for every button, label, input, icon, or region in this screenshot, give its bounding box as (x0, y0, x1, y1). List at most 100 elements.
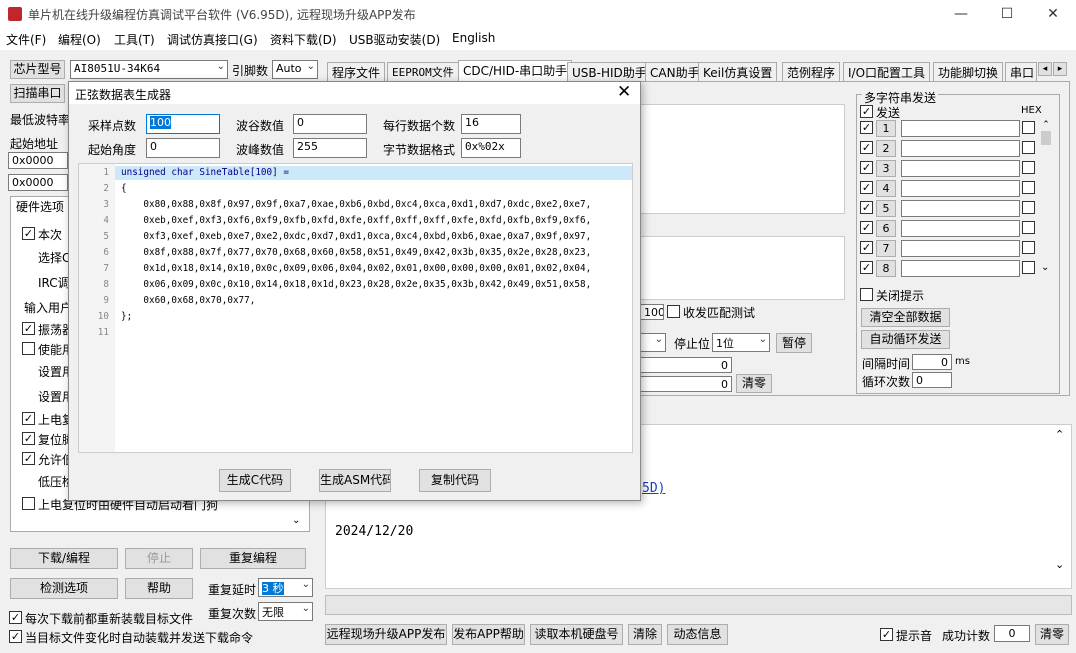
tab-examples[interactable]: 范例程序 (782, 62, 841, 81)
row-text-input[interactable] (901, 260, 1020, 277)
row-hex-checkbox[interactable] (1022, 141, 1035, 154)
read-disk-button[interactable]: 读取本机硬盘号 (530, 624, 623, 645)
code-editor[interactable]: 1 2 3 4 5 6 7 8 9 10 11 unsigned char SineTable[10… (78, 163, 633, 453)
row-hex-checkbox[interactable] (1022, 181, 1035, 194)
per-line-input[interactable]: 16 (461, 114, 521, 134)
clear-all-button[interactable]: 清空全部数据 (861, 308, 950, 327)
row-send-button[interactable]: 3 (876, 160, 896, 177)
row-text-input[interactable] (901, 160, 1020, 177)
row-send-checkbox[interactable]: ✓ (860, 161, 873, 174)
row-send-checkbox[interactable]: ✓ (860, 241, 873, 254)
repeat-delay-select[interactable]: 3 秒 ⌄ (258, 578, 313, 597)
close-hint-checkbox[interactable] (860, 288, 873, 301)
menu-file[interactable]: 文件(F) (6, 31, 46, 48)
pins-select[interactable]: Auto ⌄ (272, 60, 318, 79)
stop-button[interactable]: 停止 (125, 548, 193, 569)
generate-c-button[interactable]: 生成C代码 (219, 469, 291, 492)
row-hex-checkbox[interactable] (1022, 221, 1035, 234)
minimize-button[interactable]: — (938, 0, 984, 28)
auto-send-checkbox[interactable]: ✓ (9, 630, 22, 643)
clear-count-button[interactable]: 清零 (736, 374, 772, 393)
hw-options-tab[interactable]: 硬件选项 (16, 198, 64, 215)
tab-cdc-hid[interactable]: CDC/HID-串口助手 (458, 60, 573, 81)
row-send-checkbox[interactable]: ✓ (860, 121, 873, 134)
start-addr-input[interactable]: 0x0000 (8, 152, 68, 169)
menu-tools[interactable]: 工具(T) (114, 31, 155, 48)
menu-english[interactable]: English (452, 31, 495, 45)
row-text-input[interactable] (901, 220, 1020, 237)
row-hex-checkbox[interactable] (1022, 161, 1035, 174)
generate-asm-button[interactable]: 生成ASM代码 (319, 469, 391, 492)
row-send-button[interactable]: 6 (876, 220, 896, 237)
close-window-button[interactable]: ✕ (1030, 0, 1076, 28)
detect-options-button[interactable]: 检测选项 (10, 578, 118, 599)
output-link[interactable]: 5D) (642, 481, 665, 496)
row-send-button[interactable]: 5 (876, 200, 896, 217)
menu-download[interactable]: 资料下载(D) (270, 31, 337, 48)
valley-input[interactable]: 0 (293, 114, 367, 134)
help-button[interactable]: 帮助 (125, 578, 193, 599)
row-hex-checkbox[interactable] (1022, 241, 1035, 254)
row-send-checkbox[interactable]: ✓ (860, 181, 873, 194)
send-box[interactable] (640, 236, 845, 300)
format-input[interactable]: 0x%02x (461, 138, 521, 158)
hw-checkbox-13[interactable] (22, 497, 35, 510)
row-send-checkbox[interactable]: ✓ (860, 221, 873, 234)
publish-help-button[interactable]: 发布APP帮助 (452, 624, 525, 645)
rows-scrollbar[interactable]: ⌃ (1039, 120, 1053, 276)
match-test-checkbox[interactable] (667, 305, 680, 318)
dialog-close-icon[interactable]: ✕ (617, 82, 631, 102)
tab-pin-switch[interactable]: 功能脚切换 (933, 62, 1004, 81)
chip-select[interactable]: AI8051U-34K64 ⌄ (70, 60, 228, 79)
row-hex-checkbox[interactable] (1022, 261, 1035, 274)
row-text-input[interactable] (901, 240, 1020, 257)
sound-checkbox[interactable]: ✓ (880, 628, 893, 641)
hw-checkbox-9[interactable]: ✓ (22, 412, 35, 425)
download-button[interactable]: 下载/编程 (10, 548, 118, 569)
hw-checkbox-11[interactable]: ✓ (22, 452, 35, 465)
dynamic-info-button[interactable]: 动态信息 (667, 624, 728, 645)
scroll-thumb[interactable] (1041, 131, 1051, 145)
row-send-button[interactable]: 1 (876, 120, 896, 137)
maximize-button[interactable]: ☐ (984, 0, 1030, 28)
menu-usb-driver[interactable]: USB驱动安装(D) (349, 31, 440, 48)
row-hex-checkbox[interactable] (1022, 121, 1035, 134)
hw-checkbox-6[interactable] (22, 342, 35, 355)
interval-input[interactable]: 0 (912, 354, 952, 370)
repeat-count-select[interactable]: 无限 ⌄ (258, 602, 313, 621)
tab-scroll-right[interactable]: ▸ (1053, 62, 1067, 76)
chevron-down-icon[interactable]: ⌄ (292, 515, 300, 526)
copy-code-button[interactable]: 复制代码 (419, 469, 491, 492)
start-angle-input[interactable]: 0 (146, 138, 220, 158)
row-send-checkbox[interactable]: ✓ (860, 261, 873, 274)
auto-loop-button[interactable]: 自动循环发送 (861, 330, 950, 349)
row-send-checkbox[interactable]: ✓ (860, 201, 873, 214)
row-text-input[interactable] (901, 140, 1020, 157)
chevron-down-icon[interactable]: ⌄ (1055, 558, 1064, 571)
hw-checkbox-1[interactable]: ✓ (22, 227, 35, 240)
reload-checkbox[interactable]: ✓ (9, 611, 22, 624)
chevron-up-icon[interactable]: ⌃ (1055, 428, 1064, 441)
scan-port-button[interactable]: 扫描串口 (10, 84, 65, 103)
parity-select[interactable]: ⌄ (640, 333, 666, 352)
row-send-checkbox[interactable]: ✓ (860, 141, 873, 154)
clear-success-button[interactable]: 清零 (1035, 624, 1069, 645)
row-hex-checkbox[interactable] (1022, 201, 1035, 214)
pause-button[interactable]: 暂停 (776, 333, 812, 353)
hw-checkbox-10[interactable]: ✓ (22, 432, 35, 445)
receive-box[interactable] (640, 104, 845, 214)
row-send-button[interactable]: 8 (876, 260, 896, 277)
end-addr-input[interactable]: 0x0000 (8, 174, 68, 191)
hw-checkbox-5[interactable]: ✓ (22, 322, 35, 335)
row-send-button[interactable]: 2 (876, 140, 896, 157)
row-send-button[interactable]: 4 (876, 180, 896, 197)
send-all-checkbox[interactable]: ✓ (860, 105, 873, 118)
reprogram-button[interactable]: 重复编程 (200, 548, 306, 569)
tab-can[interactable]: CAN助手 (645, 62, 705, 81)
row-send-button[interactable]: 7 (876, 240, 896, 257)
tab-keil[interactable]: Keil仿真设置 (698, 62, 778, 81)
tab-eeprom-file[interactable]: EEPROM文件 (387, 62, 459, 81)
sample-count-input[interactable]: 100 (146, 114, 220, 134)
tab-serial[interactable]: 串口 (1005, 62, 1037, 81)
tab-usb-hid[interactable]: USB-HID助手 (567, 62, 652, 81)
